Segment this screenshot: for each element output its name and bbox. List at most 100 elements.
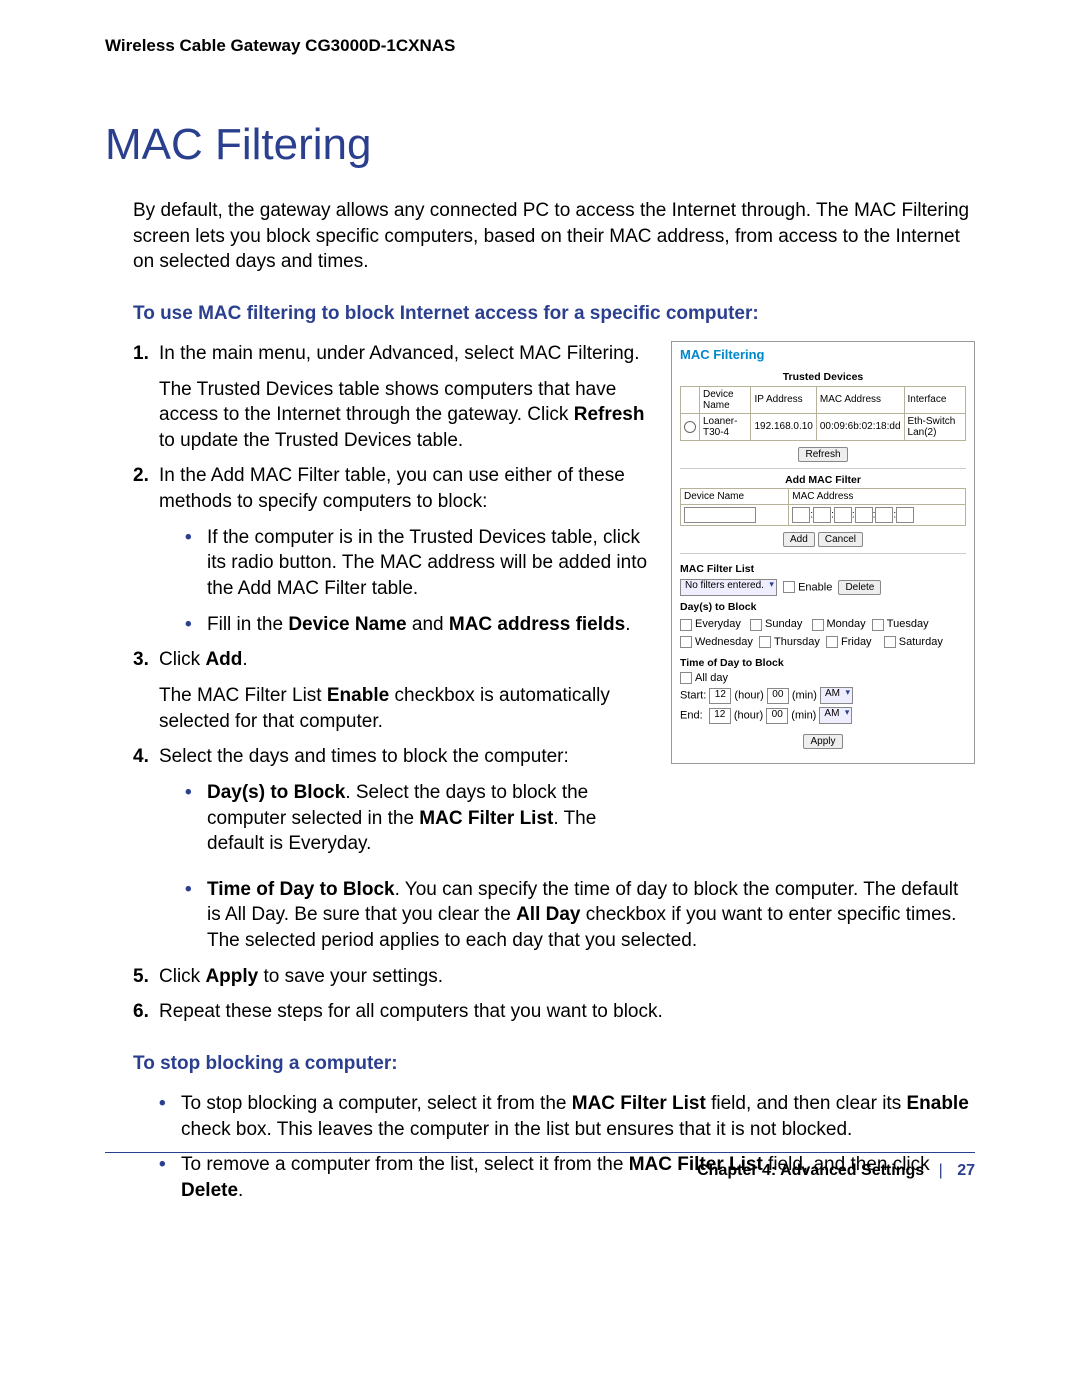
step2-bullet1: If the computer is in the Trusted Device… [207, 525, 651, 602]
mac-input[interactable] [813, 507, 831, 523]
add-button[interactable]: Add [783, 532, 815, 547]
device-name-input[interactable] [684, 507, 756, 523]
step6-text: Repeat these steps for all computers tha… [159, 999, 975, 1025]
t: Enable [906, 1093, 968, 1114]
th-device: Device Name [681, 489, 789, 505]
lbl-start: Start: [680, 690, 706, 702]
enable-label: Enable [798, 581, 832, 593]
end-hour-input[interactable]: 12 [709, 708, 731, 724]
chk-saturday[interactable] [884, 636, 896, 648]
footer-chapter: Chapter 4: Advanced Settings [697, 1162, 924, 1179]
days-title: Day(s) to Block [680, 602, 966, 614]
th-interface: Interface [904, 386, 965, 413]
cell-ip: 192.168.0.10 [751, 413, 816, 440]
step-number: 5. [133, 964, 159, 990]
cell-mac: 00:09:6b:02:18:dd [816, 413, 904, 440]
cell-device: Loaner-T30-4 [700, 413, 751, 440]
t: Add [205, 649, 242, 670]
t: field, and then clear its [706, 1093, 907, 1114]
bullet-icon: • [185, 780, 207, 857]
steps-column: 1. In the main menu, under Advanced, sel… [133, 341, 651, 867]
t: to save your settings. [258, 966, 443, 987]
t: . [238, 1180, 243, 1201]
step1-text: In the main menu, under Advanced, select… [159, 343, 640, 364]
chk-friday[interactable] [826, 636, 838, 648]
step-number: 3. [133, 647, 159, 734]
th-device: Device Name [700, 386, 751, 413]
t: Time of Day to Block [207, 879, 395, 900]
lbl-allday: All day [695, 672, 728, 684]
footer-rule [105, 1152, 975, 1153]
screenshot-panel: MAC Filtering Trusted Devices Device Nam… [671, 341, 975, 764]
enable-checkbox[interactable] [783, 581, 795, 593]
step1-trusted-c: to update the Trusted Devices table. [159, 430, 463, 451]
chk-everyday[interactable] [680, 619, 692, 631]
lbl-hour: (hour) [734, 690, 763, 702]
t: check box. This leaves the computer in t… [181, 1119, 852, 1140]
th-mac: MAC Address [789, 489, 966, 505]
bullet-icon: • [185, 877, 207, 954]
t: Device Name [288, 614, 406, 635]
t: Enable [327, 685, 389, 706]
apply-button[interactable]: Apply [803, 734, 842, 749]
lbl-sunday: Sunday [765, 618, 802, 630]
step1-trusted-a: The Trusted Devices table shows computer… [159, 379, 616, 426]
add-mac-table: Device Name MAC Address ::::: [680, 488, 966, 526]
bullet-icon: • [185, 612, 207, 638]
delete-button[interactable]: Delete [838, 580, 881, 595]
mac-input[interactable] [834, 507, 852, 523]
step-number: 4. [133, 744, 159, 857]
start-hour-input[interactable]: 12 [709, 688, 731, 704]
th-mac: MAC Address [816, 386, 904, 413]
end-ampm-select[interactable]: AM [819, 707, 852, 724]
shot-title: MAC Filtering [680, 348, 966, 362]
time-title: Time of Day to Block [680, 658, 966, 670]
footer-page-number: 27 [957, 1162, 975, 1179]
t: Day(s) to Block [207, 782, 345, 803]
chk-sunday[interactable] [750, 619, 762, 631]
t: Apply [205, 966, 258, 987]
step-number: 6. [133, 999, 159, 1025]
chk-monday[interactable] [812, 619, 824, 631]
cancel-button[interactable]: Cancel [818, 532, 863, 547]
lbl-hour: (hour) [734, 710, 763, 722]
mac-input[interactable] [875, 507, 893, 523]
mac-input[interactable] [896, 507, 914, 523]
chk-thursday[interactable] [759, 636, 771, 648]
t: To stop blocking a computer, select it f… [181, 1093, 572, 1114]
lbl-friday: Friday [841, 636, 872, 648]
t: and [407, 614, 449, 635]
t: The MAC Filter List [159, 685, 327, 706]
footer-separator: | [939, 1162, 943, 1179]
lbl-wednesday: Wednesday [695, 636, 753, 648]
t: All Day [516, 904, 580, 925]
chk-wednesday[interactable] [680, 636, 692, 648]
filter-list-select[interactable]: No filters entered. [680, 579, 777, 596]
mac-input[interactable] [855, 507, 873, 523]
lbl-min: (min) [791, 710, 816, 722]
row-radio[interactable] [684, 421, 696, 433]
refresh-button[interactable]: Refresh [798, 447, 847, 462]
th-ip: IP Address [751, 386, 816, 413]
end-min-input[interactable]: 00 [766, 708, 788, 724]
t: Click [159, 649, 205, 670]
step4-text: Select the days and times to block the c… [159, 746, 569, 767]
mac-input[interactable] [792, 507, 810, 523]
chk-allday[interactable] [680, 672, 692, 684]
page-footer: Chapter 4: Advanced Settings | 27 [105, 1162, 975, 1180]
mac-filter-list-title: MAC Filter List [680, 564, 966, 576]
step1-trusted-b: Refresh [574, 404, 645, 425]
lbl-thursday: Thursday [774, 636, 820, 648]
chk-tuesday[interactable] [872, 619, 884, 631]
subheading-use-mac: To use MAC filtering to block Internet a… [133, 303, 975, 325]
lbl-tuesday: Tuesday [887, 618, 929, 630]
start-min-input[interactable]: 00 [767, 688, 789, 704]
subheading-stop-blocking: To stop blocking a computer: [133, 1053, 975, 1075]
t: . [625, 614, 630, 635]
t: Fill in the [207, 614, 288, 635]
t: MAC address fields [449, 614, 625, 635]
lbl-monday: Monday [827, 618, 866, 630]
t: MAC Filter List [419, 808, 553, 829]
table-row[interactable]: Loaner-T30-4 192.168.0.10 00:09:6b:02:18… [681, 413, 966, 440]
start-ampm-select[interactable]: AM [820, 687, 853, 704]
